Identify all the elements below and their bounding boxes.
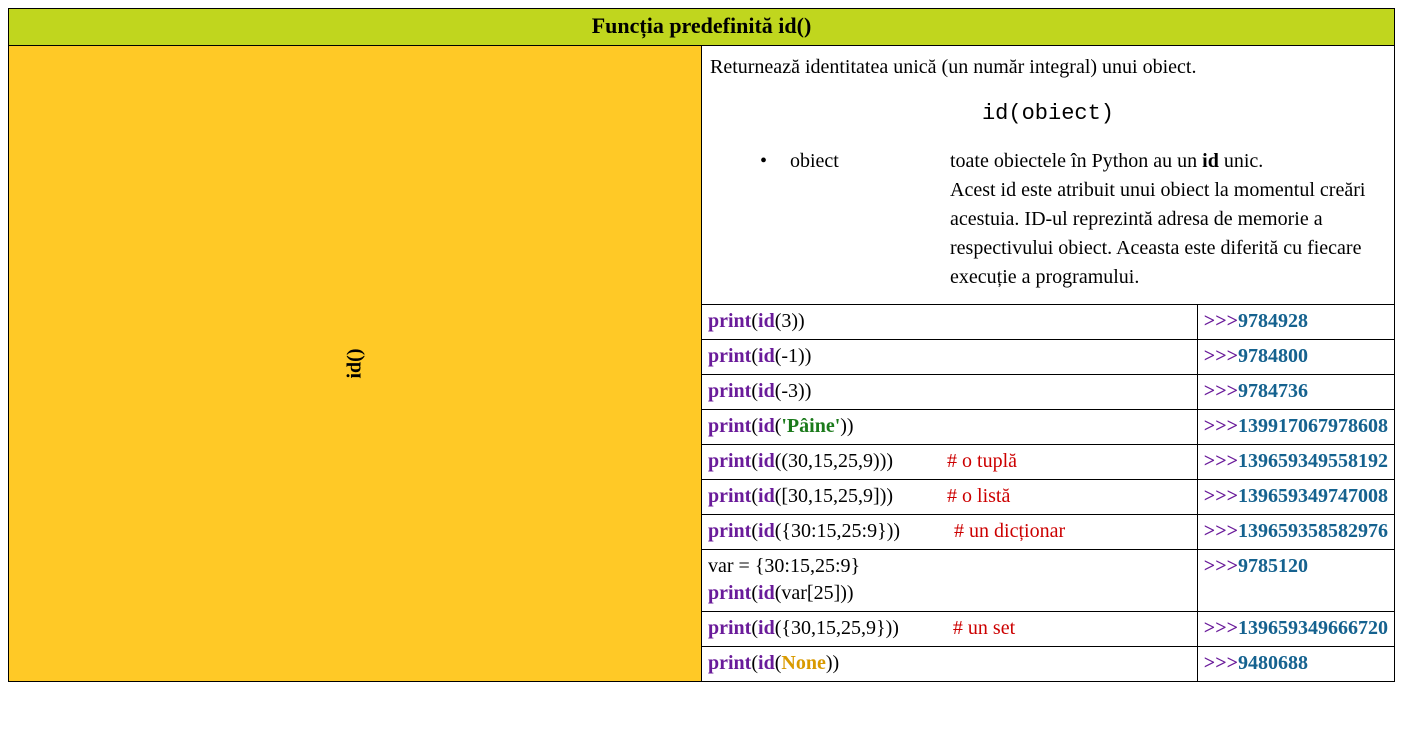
- side-label-cell: id(): [9, 46, 702, 682]
- table-row: print(id(None))>>>9480688: [702, 646, 1394, 681]
- table-row: print(id([30,15,25,9]))# o listă>>>13965…: [702, 479, 1394, 514]
- intro-block: Returnează identitatea unică (un număr i…: [702, 46, 1394, 304]
- param-desc-prefix: toate obiectele în Python au un: [950, 150, 1202, 172]
- code-cell: print(id((30,15,25,9)))# o tuplă: [702, 444, 1197, 479]
- table-row: print(id(-3))>>>9784736: [702, 374, 1394, 409]
- code-cell: var = {30:15,25:9}print(id(var[25])): [702, 549, 1197, 611]
- content-cell: Returnează identitatea unică (un număr i…: [702, 46, 1395, 682]
- syntax-line: id(obiect): [710, 81, 1386, 147]
- param-desc-suffix: unic.: [1219, 150, 1263, 172]
- output-cell: >>>139917067978608: [1197, 409, 1394, 444]
- table-title: Funcția predefinită id(): [9, 9, 1395, 46]
- output-cell: >>>9784928: [1197, 304, 1394, 339]
- table-row: print(id((30,15,25,9)))# o tuplă>>>13965…: [702, 444, 1394, 479]
- param-row: • obiect toate obiectele în Python au un…: [710, 147, 1386, 298]
- param-desc: toate obiectele în Python au un id unic.…: [950, 147, 1378, 292]
- title-text: Funcția predefinită id(): [592, 13, 812, 38]
- side-label-text: id(): [344, 348, 367, 378]
- code-cell: print(id([30,15,25,9]))# o listă: [702, 479, 1197, 514]
- code-cell: print(id(3)): [702, 304, 1197, 339]
- output-cell: >>>9784800: [1197, 339, 1394, 374]
- param-name: obiect: [790, 147, 950, 292]
- param-desc-line2: Acest id este atribuit unui obiect la mo…: [950, 179, 1365, 288]
- table-row: print(id({30:15,25:9}))# un dicționar>>>…: [702, 514, 1394, 549]
- table-row: print(id('Pâine'))>>>139917067978608: [702, 409, 1394, 444]
- output-cell: >>>139659349558192: [1197, 444, 1394, 479]
- table-row: print(id(3))>>>9784928: [702, 304, 1394, 339]
- output-cell: >>>139659358582976: [1197, 514, 1394, 549]
- table-row: print(id({30,15,25,9}))# un set>>>139659…: [702, 611, 1394, 646]
- code-cell: print(id({30:15,25:9}))# un dicționar: [702, 514, 1197, 549]
- code-cell: print(id(-3)): [702, 374, 1197, 409]
- table-row: print(id(-1))>>>9784800: [702, 339, 1394, 374]
- output-cell: >>>9785120: [1197, 549, 1394, 611]
- param-desc-bold: id: [1202, 150, 1219, 172]
- output-cell: >>>139659349747008: [1197, 479, 1394, 514]
- table-row: var = {30:15,25:9}print(id(var[25]))>>>9…: [702, 549, 1394, 611]
- bullet-icon: •: [760, 147, 790, 292]
- code-cell: print(id({30,15,25,9}))# un set: [702, 611, 1197, 646]
- code-cell: print(id(-1)): [702, 339, 1197, 374]
- intro-line: Returnează identitatea unică (un număr i…: [710, 54, 1386, 81]
- code-cell: print(id(None)): [702, 646, 1197, 681]
- output-cell: >>>139659349666720: [1197, 611, 1394, 646]
- output-cell: >>>9784736: [1197, 374, 1394, 409]
- output-cell: >>>9480688: [1197, 646, 1394, 681]
- examples-table: print(id(3))>>>9784928print(id(-1))>>>97…: [702, 304, 1394, 681]
- function-doc-table: Funcția predefinită id() id() Returnează…: [8, 8, 1395, 682]
- code-cell: print(id('Pâine')): [702, 409, 1197, 444]
